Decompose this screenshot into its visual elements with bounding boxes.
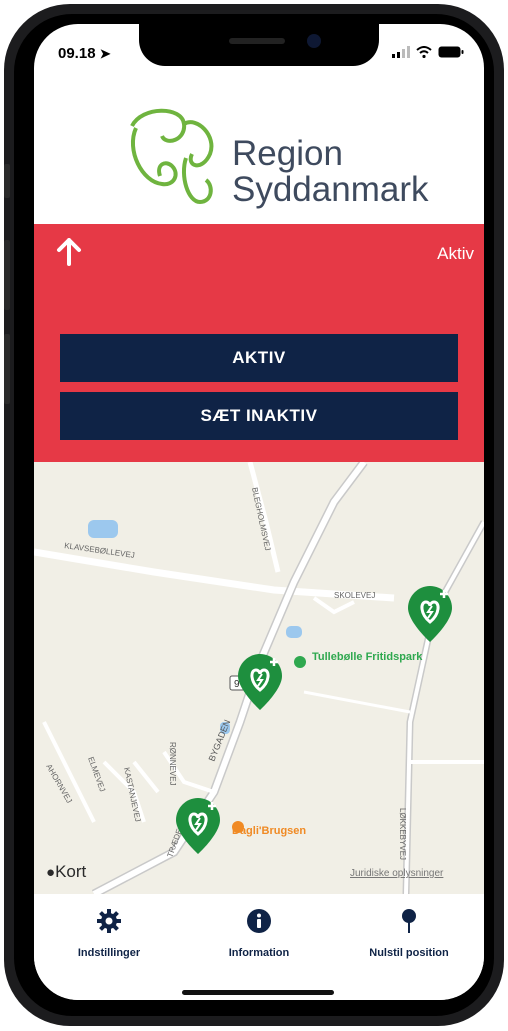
map-view[interactable]: 9 KLAVSEBØLLEVEJ BLEGHOLMSVEJ SKOLEVEJ B… xyxy=(34,462,484,894)
camera xyxy=(307,34,321,48)
status-icons xyxy=(392,46,464,58)
gear-icon xyxy=(97,909,121,933)
status-panel: Aktiv AKTIV SÆT INAKTIV xyxy=(34,224,484,462)
wifi-icon xyxy=(416,46,432,58)
signal-icon xyxy=(392,46,410,58)
road-label: BLEGHOLMSVEJ xyxy=(250,487,272,552)
side-button xyxy=(4,240,10,310)
tab-reset-position[interactable]: Nulstil position xyxy=(334,908,484,959)
apple-icon: ● xyxy=(46,864,56,881)
deactivate-button[interactable]: SÆT INAKTIV xyxy=(60,392,458,440)
water-area xyxy=(286,626,302,638)
map-legal-link[interactable]: Juridiske oplysninger xyxy=(350,868,443,879)
tab-label: Nulstil position xyxy=(369,947,449,959)
logo-text: Region Syddanmark xyxy=(232,136,428,208)
park-icon xyxy=(294,656,306,668)
road-label: LØKKEBYVEJ xyxy=(398,808,407,860)
road-label: SKOLEVEJ xyxy=(334,591,375,600)
active-button[interactable]: AKTIV xyxy=(60,334,458,382)
tab-label: Information xyxy=(228,947,290,959)
tab-label: Indstillinger xyxy=(77,947,141,959)
status-time: 09.18 ➤ xyxy=(58,45,111,62)
aed-marker-icon[interactable] xyxy=(408,586,452,642)
road-label: KASTANJEVEJ xyxy=(122,767,142,823)
side-button xyxy=(4,164,10,198)
screen: 09.18 ➤ Region Syddanmark Aktiv AKTIV SÆ… xyxy=(34,24,484,1000)
app-header: Region Syddanmark xyxy=(34,84,484,224)
water-area xyxy=(88,520,118,538)
poi-label[interactable]: Tullebølle Fritidspark xyxy=(312,651,423,663)
home-indicator[interactable] xyxy=(182,990,334,995)
side-button xyxy=(4,334,10,404)
logo-line-1: Region xyxy=(232,134,343,173)
poi-label[interactable]: Dagli'Brugsen xyxy=(232,825,306,837)
speaker xyxy=(229,38,285,44)
status-label: Aktiv xyxy=(437,244,474,263)
region-logo-icon xyxy=(130,108,214,205)
tab-settings[interactable]: Indstillinger xyxy=(34,908,184,959)
logo-line-2: Syddanmark xyxy=(232,170,429,209)
battery-icon xyxy=(438,46,464,58)
notch xyxy=(139,24,379,66)
road-label: RØNNEVEJ xyxy=(168,742,177,786)
road-label: ELMEVEJ xyxy=(86,756,107,793)
arrow-up-icon[interactable] xyxy=(56,238,82,271)
info-icon xyxy=(247,909,271,933)
pin-icon xyxy=(402,909,416,933)
tab-bar: Indstillinger Information Nulstil positi… xyxy=(34,894,484,1000)
map-brand: ●Kort xyxy=(46,862,87,881)
tab-information[interactable]: Information xyxy=(184,908,334,959)
